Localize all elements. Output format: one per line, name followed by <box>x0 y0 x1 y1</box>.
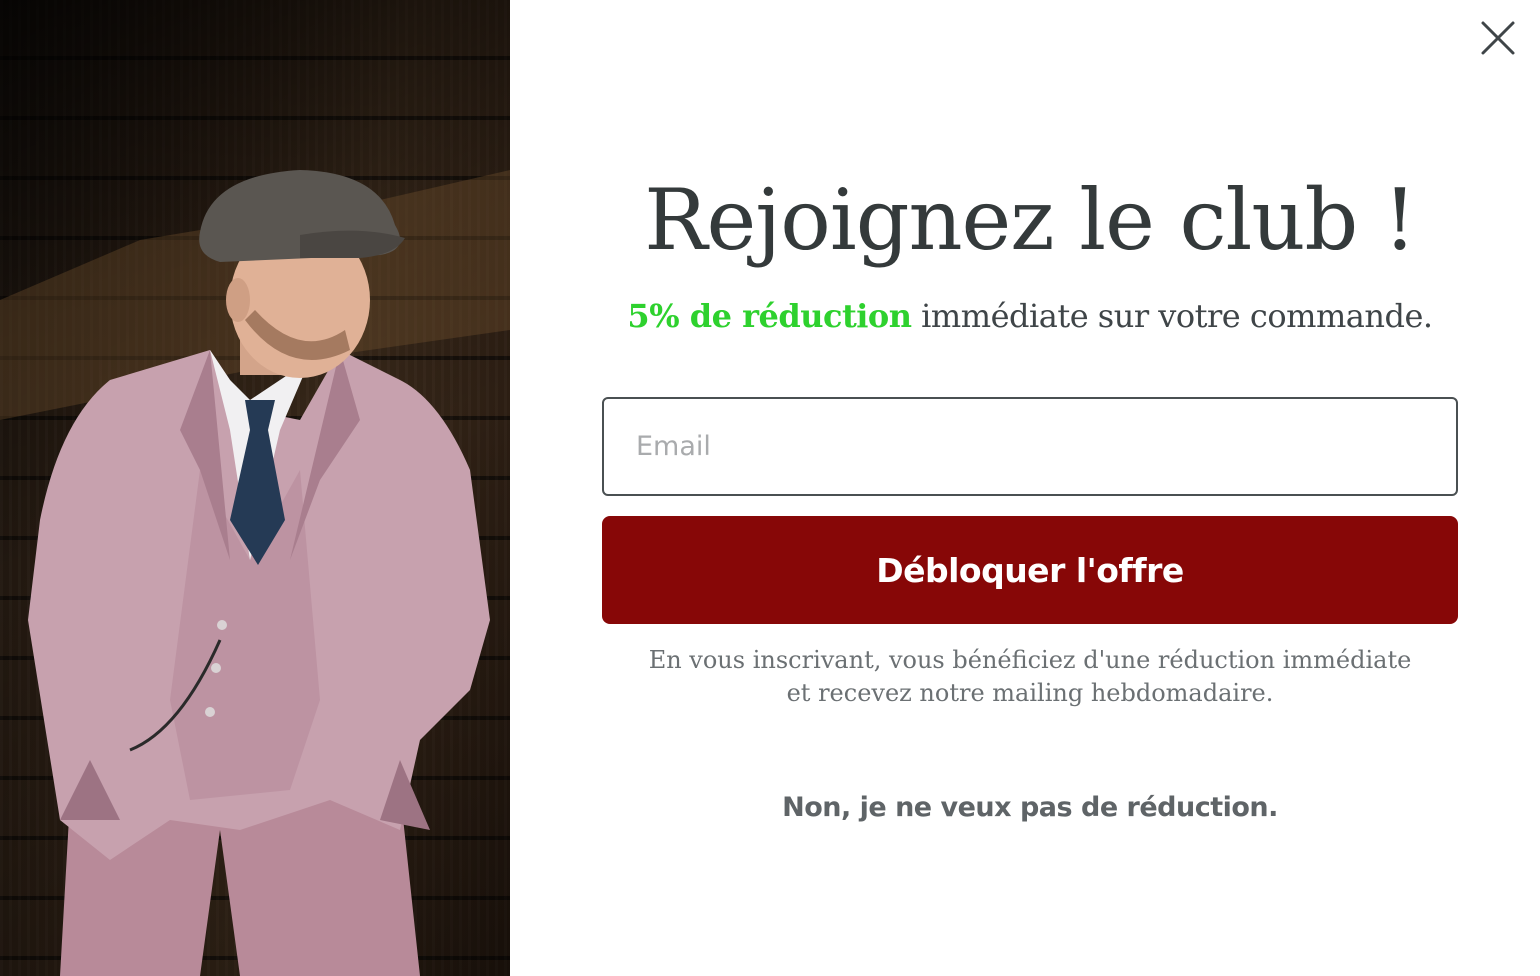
discount-highlight: 5% de réduction <box>627 297 912 335</box>
disclaimer-text: En vous inscrivant, vous bénéficiez d'un… <box>600 644 1460 710</box>
man-in-suit-illustration <box>0 170 510 976</box>
disclaimer-line-2: et recevez notre mailing hebdomadaire. <box>786 679 1274 707</box>
popup-subtitle: 5% de réduction immédiate sur votre comm… <box>560 294 1500 338</box>
email-input[interactable] <box>602 397 1458 496</box>
popup-title: Rejoignez le club ! <box>644 171 1417 269</box>
unlock-offer-button[interactable]: Débloquer l'offre <box>602 516 1458 624</box>
decline-link[interactable]: Non, je ne veux pas de réduction. <box>600 788 1460 828</box>
close-button[interactable] <box>1476 16 1520 60</box>
close-icon <box>1481 21 1515 55</box>
subtitle-rest: immédiate sur votre commande. <box>911 297 1433 335</box>
promo-photo <box>0 0 510 976</box>
disclaimer-line-1: En vous inscrivant, vous bénéficiez d'un… <box>648 646 1412 674</box>
